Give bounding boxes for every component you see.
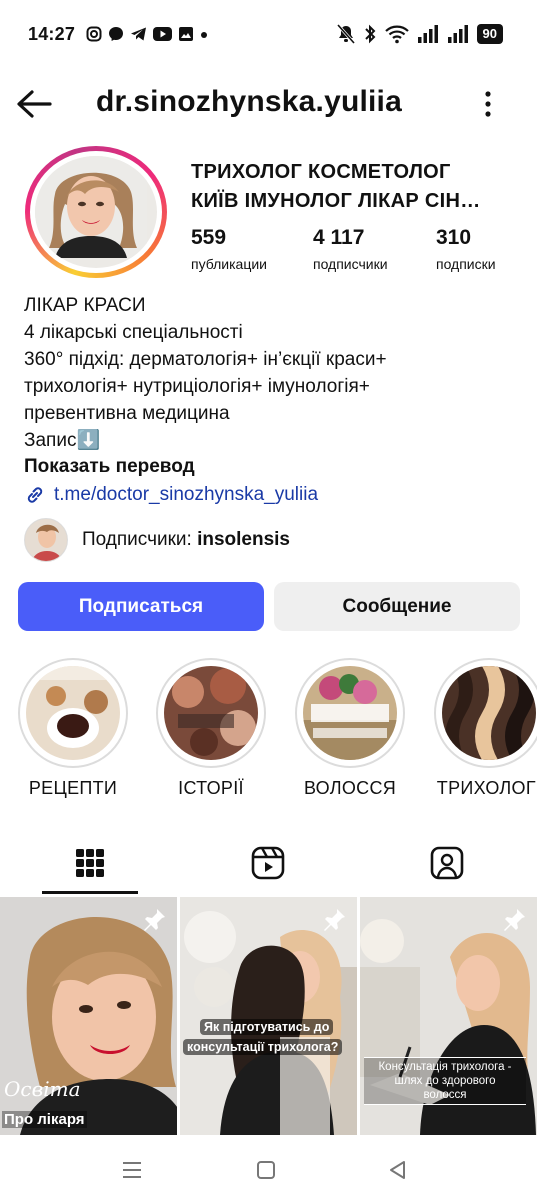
post-caption-script: Освіта	[4, 1077, 81, 1101]
bio-line: 4 лікарські спеціальності	[24, 322, 243, 343]
back-triangle-icon	[390, 1161, 405, 1179]
story-highlights: РЕЦЕПТИ ІСТОРІЇ ВОЛОССЯ ТРИХОЛОГІ	[0, 658, 537, 808]
grid-icon	[76, 849, 104, 877]
bio-line: 360° підхід: дерматологія+ ін’єкції крас…	[24, 349, 387, 370]
more-vertical-icon	[485, 91, 491, 117]
pin-icon	[144, 909, 165, 931]
pin-icon	[324, 909, 345, 931]
arrow-left-icon	[17, 90, 52, 118]
stat-label: подписки	[436, 256, 496, 272]
bio-line: Запис⬇️	[24, 430, 101, 451]
gallery-icon	[179, 27, 193, 41]
tagged-icon	[430, 846, 464, 880]
highlight-cover	[26, 666, 120, 760]
post-caption: Про лікаря	[2, 1111, 87, 1128]
bio-line: ЛІКАР КРАСИ	[24, 295, 146, 316]
notification-icons	[86, 26, 208, 42]
followers-text: Подписчики: insolensis	[82, 529, 290, 551]
stat-value: 559	[191, 226, 227, 249]
page-title: dr.sinozhynska.yuliia	[96, 85, 402, 118]
content-tabs	[0, 832, 537, 894]
recent-apps-button[interactable]	[112, 1154, 152, 1186]
post-caption-line: волосся	[423, 1089, 467, 1101]
active-tab-indicator	[42, 891, 138, 894]
profile-header: dr.sinozhynska.yuliia	[0, 78, 537, 128]
profile-stats: 559 публикации 4 117 подписчики 310 подп…	[191, 226, 521, 282]
highlight-cover	[303, 666, 397, 760]
highlight-label: РЕЦЕПТИ	[28, 778, 118, 798]
avatar	[35, 156, 157, 268]
stat-following[interactable]: 310 подписки	[436, 226, 496, 272]
home-button[interactable]	[246, 1154, 286, 1186]
instagram-icon	[86, 26, 102, 42]
link-icon	[27, 487, 43, 503]
mutual-followers[interactable]: Подписчики: insolensis	[24, 518, 290, 562]
post-caption-line: Як підготуватись до	[200, 1019, 334, 1035]
highlight-label: ВОЛОССЯ	[303, 778, 397, 798]
system-back-button[interactable]	[378, 1154, 418, 1186]
profile-bio: ЛІКАР КРАСИ 4 лікарські спеціальності 36…	[24, 292, 524, 454]
highlight-label: ІСТОРІЇ	[178, 778, 244, 798]
signal-icon	[417, 25, 438, 43]
highlight-item[interactable]: РЕЦЕПТИ	[18, 658, 128, 799]
status-bar: 14:27 90	[0, 0, 537, 70]
post-caption-box: Консультація трихолога - шлях до здорово…	[364, 1057, 526, 1105]
dot-icon	[201, 32, 207, 38]
tab-posts[interactable]	[42, 832, 138, 894]
post-caption-line: Консультація трихолога -	[378, 1061, 512, 1073]
mute-icon	[336, 24, 355, 44]
reels-icon	[251, 846, 285, 880]
profile-full-name: ТРИХОЛОГ КОСМЕТОЛОГ КИЇВ ІМУНОЛОГ ЛІКАР …	[191, 158, 521, 216]
highlight-label: ТРИХОЛОГІ	[436, 778, 537, 798]
bio-line: трихологія+ нутриціологія+ імунологія+	[24, 376, 370, 397]
stat-value: 310	[436, 226, 472, 249]
bio-link[interactable]: t.me/doctor_sinozhynska_yuliia	[24, 484, 318, 506]
tab-reels[interactable]	[220, 832, 316, 894]
followers-prefix: Подписчики:	[82, 529, 198, 550]
posts-grid: Освіта Про лікаря Як підготуватись до ко…	[0, 897, 537, 1135]
followers-name: insolensis	[197, 529, 290, 550]
highlight-cover	[164, 666, 258, 760]
post-caption-line: шлях до здорового	[394, 1075, 496, 1087]
highlight-item[interactable]: ТРИХОЛОГІ	[434, 658, 537, 799]
telegram-icon	[131, 27, 146, 41]
highlight-cover	[442, 666, 536, 760]
stat-followers[interactable]: 4 117 подписчики	[313, 226, 388, 272]
post-tile[interactable]: Як підготуватись до консультації трихоло…	[180, 897, 357, 1135]
stat-posts[interactable]: 559 публикации	[191, 226, 267, 272]
system-icons: 90	[336, 24, 503, 44]
full-name-line: ТРИХОЛОГ КОСМЕТОЛОГ	[191, 161, 451, 183]
profile-avatar[interactable]	[25, 146, 167, 278]
stat-label: подписчики	[313, 256, 388, 272]
messenger-icon	[109, 27, 123, 41]
back-button[interactable]	[14, 84, 58, 124]
follow-button[interactable]: Подписаться	[18, 582, 264, 631]
signal-icon	[447, 25, 468, 43]
bio-link-text: t.me/doctor_sinozhynska_yuliia	[54, 484, 319, 505]
stat-value: 4 117	[313, 226, 365, 249]
highlight-item[interactable]: ІСТОРІЇ	[156, 658, 266, 799]
avatar	[24, 518, 68, 562]
highlight-item[interactable]: ВОЛОССЯ	[295, 658, 405, 799]
more-options-button[interactable]	[476, 86, 500, 122]
bio-line: превентивна медицина	[24, 403, 230, 424]
pin-icon	[504, 909, 525, 931]
wifi-icon	[384, 25, 409, 44]
tab-tagged[interactable]	[399, 832, 495, 894]
post-tile[interactable]: Освіта Про лікаря	[0, 897, 177, 1135]
battery-icon: 90	[476, 24, 503, 44]
message-button[interactable]: Сообщение	[274, 582, 520, 631]
post-tile[interactable]: Консультація трихолога - шлях до здорово…	[360, 897, 537, 1135]
bluetooth-icon	[364, 24, 375, 44]
menu-icon	[123, 1162, 141, 1178]
stat-label: публикации	[191, 256, 267, 272]
post-caption-line: консультації трихолога?	[183, 1039, 343, 1055]
show-translation-link[interactable]: Показать перевод	[24, 456, 195, 478]
home-icon	[257, 1161, 275, 1179]
full-name-line: КИЇВ ІМУНОЛОГ ЛІКАР СІН…	[191, 190, 481, 212]
youtube-icon	[153, 27, 172, 41]
status-time: 14:27	[28, 24, 76, 44]
system-navigation-bar	[0, 1140, 537, 1200]
